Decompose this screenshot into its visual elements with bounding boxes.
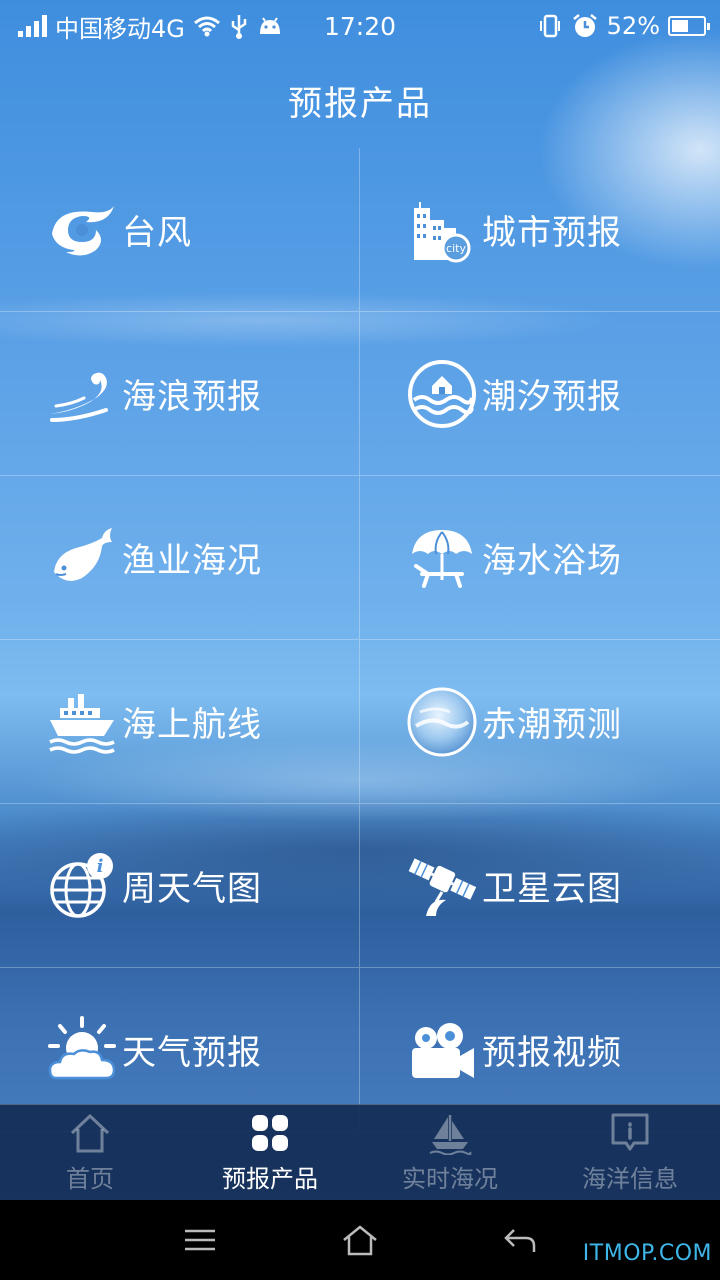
grid-item-red-tide[interactable]: 赤潮预测 (360, 640, 720, 804)
sun-cloud-icon (44, 1012, 120, 1088)
grid-item-typhoon[interactable]: 台风 (0, 148, 360, 312)
menu-icon (185, 1229, 215, 1251)
grid-item-label: 潮汐预报 (482, 377, 622, 417)
grid-item-tide-forecast[interactable]: 潮汐预报 (360, 312, 720, 476)
system-nav-bar: ITMOP.COM (0, 1200, 720, 1280)
nav-home[interactable]: 首页 (0, 1105, 180, 1200)
android-icon (259, 17, 280, 34)
battery-icon (668, 16, 710, 36)
grid-item-label: 台风 (122, 213, 192, 253)
wave-icon (44, 356, 120, 432)
grid-item-city-forecast[interactable]: city 城市预报 (360, 148, 720, 312)
signal-icon (18, 15, 47, 37)
grid-item-label: 海上航线 (122, 705, 262, 745)
home-icon (70, 1114, 110, 1153)
home-outline-icon (343, 1225, 377, 1256)
svg-text:i: i (97, 856, 104, 877)
grid-icon (252, 1115, 288, 1151)
grid-item-wave-forecast[interactable]: 海浪预报 (0, 312, 360, 476)
header: 预报产品 (0, 52, 720, 148)
grid-item-label: 天气预报 (122, 1033, 262, 1073)
battery-percent: 52% (606, 12, 660, 40)
grid-item-label: 城市预报 (482, 213, 622, 253)
grid-item-beach[interactable]: 海水浴场 (360, 476, 720, 640)
satellite-icon (404, 848, 480, 924)
video-camera-icon (404, 1012, 480, 1088)
grid-item-sea-route[interactable]: 海上航线 (0, 640, 360, 804)
grid-item-label: 预报视频 (482, 1033, 622, 1073)
nav-live-sea-conditions[interactable]: 实时海况 (360, 1105, 540, 1200)
grid-item-weekly-weather-chart[interactable]: i 周天气图 (0, 804, 360, 968)
sailboat-icon (429, 1115, 472, 1155)
usb-icon (231, 15, 247, 39)
svg-text:city: city (446, 242, 466, 255)
grid-item-satellite-cloud[interactable]: 卫星云图 (360, 804, 720, 968)
watermark: ITMOP.COM (582, 1241, 712, 1266)
bottom-nav: 首页 预报产品 实时海况 海洋信息 (0, 1104, 720, 1200)
city-icon: city (404, 192, 480, 268)
grid-item-label: 周天气图 (122, 869, 262, 909)
status-bar: 中国移动4G 17:20 52% (0, 0, 720, 52)
nav-label: 实时海况 (402, 1165, 498, 1193)
nav-forecast-products[interactable]: 预报产品 (180, 1105, 360, 1200)
nav-ocean-info[interactable]: 海洋信息 (540, 1105, 720, 1200)
beach-umbrella-icon (404, 520, 480, 596)
vibrate-icon (539, 14, 560, 38)
home-button[interactable] (340, 1220, 380, 1260)
wifi-icon (193, 16, 220, 37)
carrier-label: 中国移动4G (55, 14, 185, 43)
menu-button[interactable] (180, 1220, 220, 1260)
nav-label: 海洋信息 (582, 1165, 678, 1193)
globe-info-icon: i (44, 848, 120, 924)
page-title: 预报产品 (288, 83, 432, 124)
typhoon-icon (44, 192, 120, 268)
red-tide-icon (404, 684, 480, 760)
grid-item-label: 卫星云图 (482, 869, 622, 909)
info-bubble-icon (611, 1113, 649, 1151)
back-button[interactable] (500, 1220, 540, 1260)
fish-icon (44, 520, 120, 596)
alarm-icon (572, 14, 597, 37)
grid-item-label: 海浪预报 (122, 377, 262, 417)
tide-icon (404, 356, 480, 432)
ship-icon (44, 684, 120, 760)
nav-label: 预报产品 (222, 1165, 318, 1193)
grid-item-fishery[interactable]: 渔业海况 (0, 476, 360, 640)
grid-item-label: 渔业海况 (122, 541, 262, 581)
back-arrow-icon (504, 1229, 536, 1252)
nav-label: 首页 (66, 1165, 114, 1193)
grid-item-label: 赤潮预测 (482, 705, 622, 745)
grid-item-label: 海水浴场 (482, 541, 622, 581)
product-grid: 台风 city 城市预报 海浪预报 潮汐预报 渔业海况 海水浴场 海上航线 赤潮… (0, 148, 720, 1132)
